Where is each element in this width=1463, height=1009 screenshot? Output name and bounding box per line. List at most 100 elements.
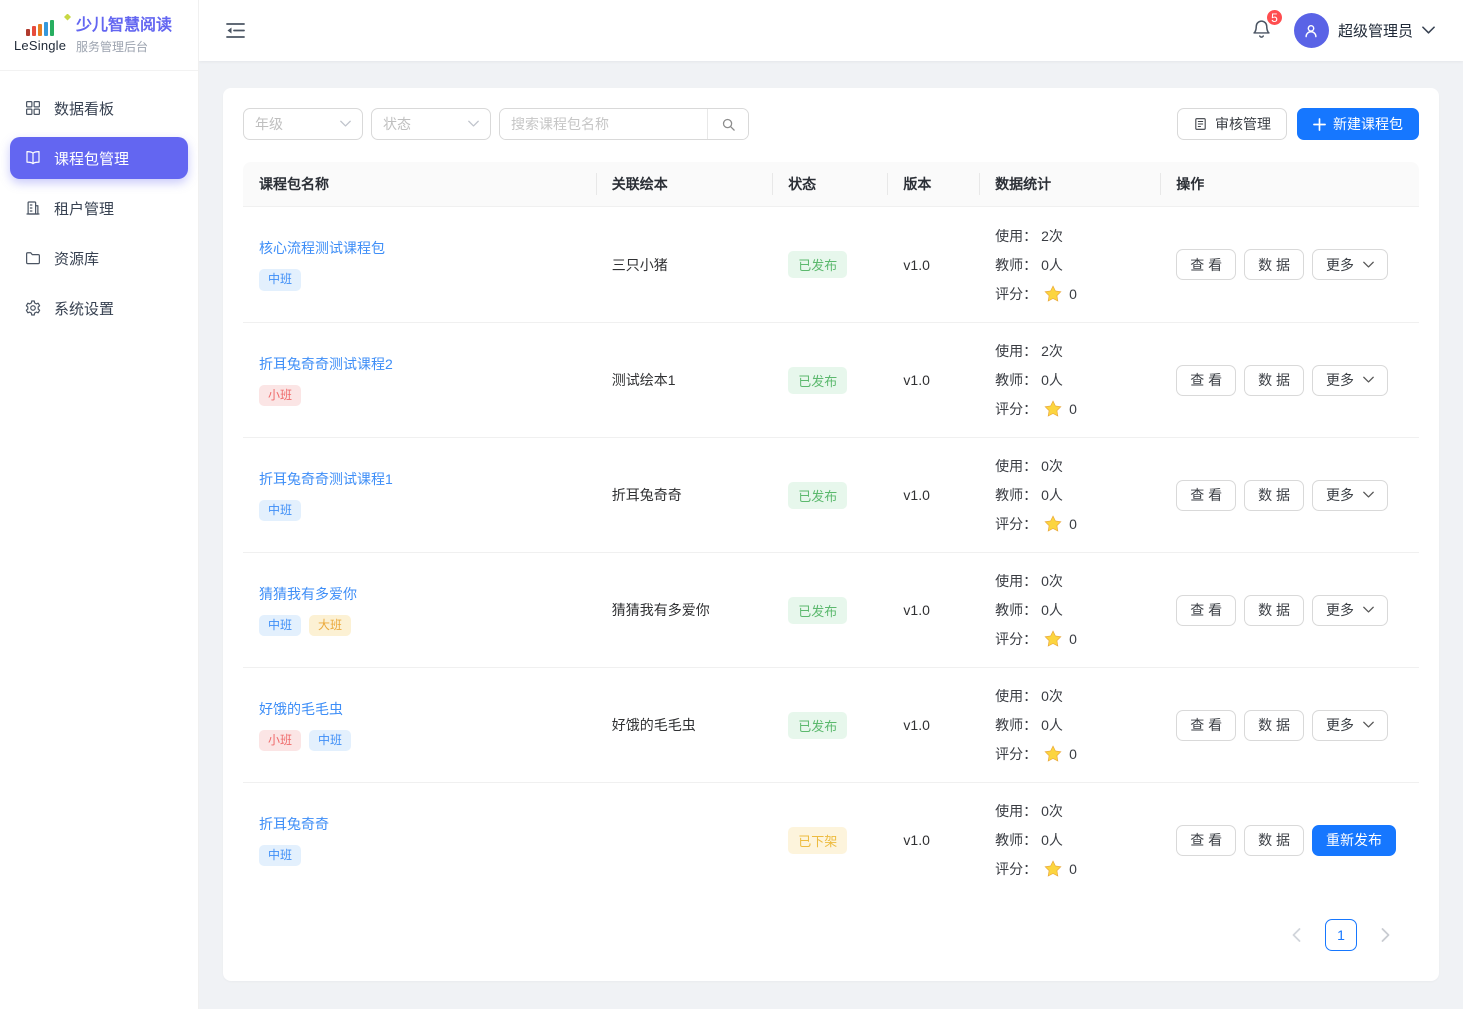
building-icon — [24, 199, 42, 217]
data-button-label: 数 据 — [1258, 370, 1290, 390]
brand-logo: LeSingle 少儿智慧阅读 服务管理后台 — [0, 0, 198, 71]
rating-value: 0 — [1069, 516, 1077, 532]
view-button[interactable]: 查 看 — [1176, 480, 1236, 511]
data-button[interactable]: 数 据 — [1244, 249, 1304, 280]
data-button[interactable]: 数 据 — [1244, 480, 1304, 511]
status-filter-select[interactable]: 状态 — [371, 108, 491, 140]
version: v1.0 — [887, 832, 979, 848]
audit-icon — [1193, 116, 1208, 132]
sidebar-item-label: 数据看板 — [54, 98, 114, 119]
package-name-link[interactable]: 折耳兔奇奇测试课程1 — [259, 469, 393, 489]
menu-fold-icon — [226, 22, 245, 39]
user-menu[interactable]: 超级管理员 — [1294, 13, 1435, 48]
sidebar-collapse-button[interactable] — [221, 17, 249, 45]
page-number-1[interactable]: 1 — [1325, 919, 1357, 951]
sidebar-item-settings[interactable]: 系统设置 — [10, 287, 188, 329]
usage-value: 2次 — [1041, 341, 1063, 361]
notifications-button[interactable]: 5 — [1247, 14, 1276, 47]
statistics: 使用：2次 教师：0人 评分： 0 — [995, 341, 1144, 419]
package-name-link[interactable]: 好饿的毛毛虫 — [259, 699, 343, 719]
avatar — [1294, 13, 1329, 48]
teachers-value: 0人 — [1041, 485, 1063, 505]
rating-value: 0 — [1069, 861, 1077, 877]
view-button[interactable]: 查 看 — [1176, 249, 1236, 280]
grade-tag: 中班 — [259, 500, 301, 522]
prev-page-button[interactable] — [1281, 920, 1311, 950]
search-button[interactable] — [707, 109, 748, 139]
sidebar-nav: 数据看板 课程包管理 租户管理 资源库 系统设置 — [0, 71, 198, 345]
status-badge: 已发布 — [788, 367, 847, 394]
more-button[interactable]: 更多 — [1312, 249, 1388, 280]
sidebar-item-dashboard[interactable]: 数据看板 — [10, 87, 188, 129]
package-name-link[interactable]: 折耳兔奇奇测试课程2 — [259, 354, 393, 374]
app-subtitle: 服务管理后台 — [76, 39, 172, 55]
usage-label: 使用： — [995, 226, 1037, 246]
lesingle-logo-icon: LeSingle — [14, 18, 66, 53]
table-row: 折耳兔奇奇测试课程2 小班 测试绘本1 已发布 v1.0 使用：2次 教师：0人… — [243, 322, 1419, 437]
data-button-label: 数 据 — [1258, 830, 1290, 850]
grade-tag: 中班 — [259, 615, 301, 637]
review-management-button[interactable]: 审核管理 — [1177, 108, 1287, 140]
sidebar-item-course-packages[interactable]: 课程包管理 — [10, 137, 188, 179]
more-button[interactable]: 更多 — [1312, 480, 1388, 511]
table-row: 好饿的毛毛虫 小班中班 好饿的毛毛虫 已发布 v1.0 使用：0次 教师：0人 … — [243, 667, 1419, 782]
package-name-link[interactable]: 折耳兔奇奇 — [259, 814, 329, 834]
grade-tag: 大班 — [309, 615, 351, 637]
chevron-down-icon — [1363, 261, 1374, 269]
version: v1.0 — [887, 602, 979, 618]
version: v1.0 — [887, 717, 979, 733]
view-button-label: 查 看 — [1190, 370, 1222, 390]
book-name: 折耳兔奇奇 — [596, 485, 772, 505]
data-button[interactable]: 数 据 — [1244, 825, 1304, 856]
next-page-button[interactable] — [1371, 920, 1401, 950]
column-header-statistics: 数据统计 — [979, 162, 1160, 206]
view-button[interactable]: 查 看 — [1176, 595, 1236, 626]
sidebar-item-resources[interactable]: 资源库 — [10, 237, 188, 279]
book-name: 猜猜我有多爱你 — [596, 600, 772, 620]
view-button-label: 查 看 — [1190, 830, 1222, 850]
rating-value: 0 — [1069, 746, 1077, 762]
statistics: 使用：0次 教师：0人 评分： 0 — [995, 801, 1144, 879]
data-button[interactable]: 数 据 — [1244, 710, 1304, 741]
book-name: 三只小猪 — [596, 255, 772, 275]
view-button[interactable]: 查 看 — [1176, 365, 1236, 396]
rating-label: 评分： — [995, 399, 1037, 419]
view-button[interactable]: 查 看 — [1176, 710, 1236, 741]
sidebar-item-label: 系统设置 — [54, 298, 114, 319]
status-badge: 已发布 — [788, 712, 847, 739]
search-input[interactable] — [500, 109, 707, 139]
top-header: 5 超级管理员 — [199, 0, 1463, 61]
sidebar-item-tenants[interactable]: 租户管理 — [10, 187, 188, 229]
usage-label: 使用： — [995, 686, 1037, 706]
republish-button[interactable]: 重新发布 — [1312, 825, 1396, 856]
sidebar-item-label: 租户管理 — [54, 198, 114, 219]
rating-value: 0 — [1069, 286, 1077, 302]
status-badge: 已发布 — [788, 251, 847, 278]
grade-filter-select[interactable]: 年级 — [243, 108, 363, 140]
logo-text: LeSingle — [14, 38, 66, 53]
chevron-down-icon — [1363, 376, 1374, 384]
filter-toolbar: 年级 状态 审核管理 — [243, 108, 1419, 140]
page-content: 年级 状态 审核管理 — [199, 61, 1463, 1009]
column-header-status: 状态 — [772, 162, 887, 206]
usage-value: 0次 — [1041, 801, 1063, 821]
more-button[interactable]: 更多 — [1312, 710, 1388, 741]
package-name-link[interactable]: 核心流程测试课程包 — [259, 238, 385, 258]
version: v1.0 — [887, 372, 979, 388]
teachers-label: 教师： — [995, 715, 1037, 735]
view-button[interactable]: 查 看 — [1176, 825, 1236, 856]
app-title: 少儿智慧阅读 — [76, 15, 172, 37]
more-button[interactable]: 更多 — [1312, 595, 1388, 626]
package-name-link[interactable]: 猜猜我有多爱你 — [259, 584, 357, 604]
create-package-button[interactable]: 新建课程包 — [1297, 108, 1419, 140]
more-button[interactable]: 更多 — [1312, 365, 1388, 396]
rating-value: 0 — [1069, 401, 1077, 417]
table-row: 折耳兔奇奇 中班 已下架 v1.0 使用：0次 教师：0人 评分： 0 查 看 … — [243, 782, 1419, 897]
usage-value: 0次 — [1041, 571, 1063, 591]
data-button[interactable]: 数 据 — [1244, 365, 1304, 396]
column-header-actions: 操作 — [1160, 162, 1419, 206]
data-button[interactable]: 数 据 — [1244, 595, 1304, 626]
rating-value: 0 — [1069, 631, 1077, 647]
usage-value: 2次 — [1041, 226, 1063, 246]
pagination: 1 — [243, 919, 1419, 951]
